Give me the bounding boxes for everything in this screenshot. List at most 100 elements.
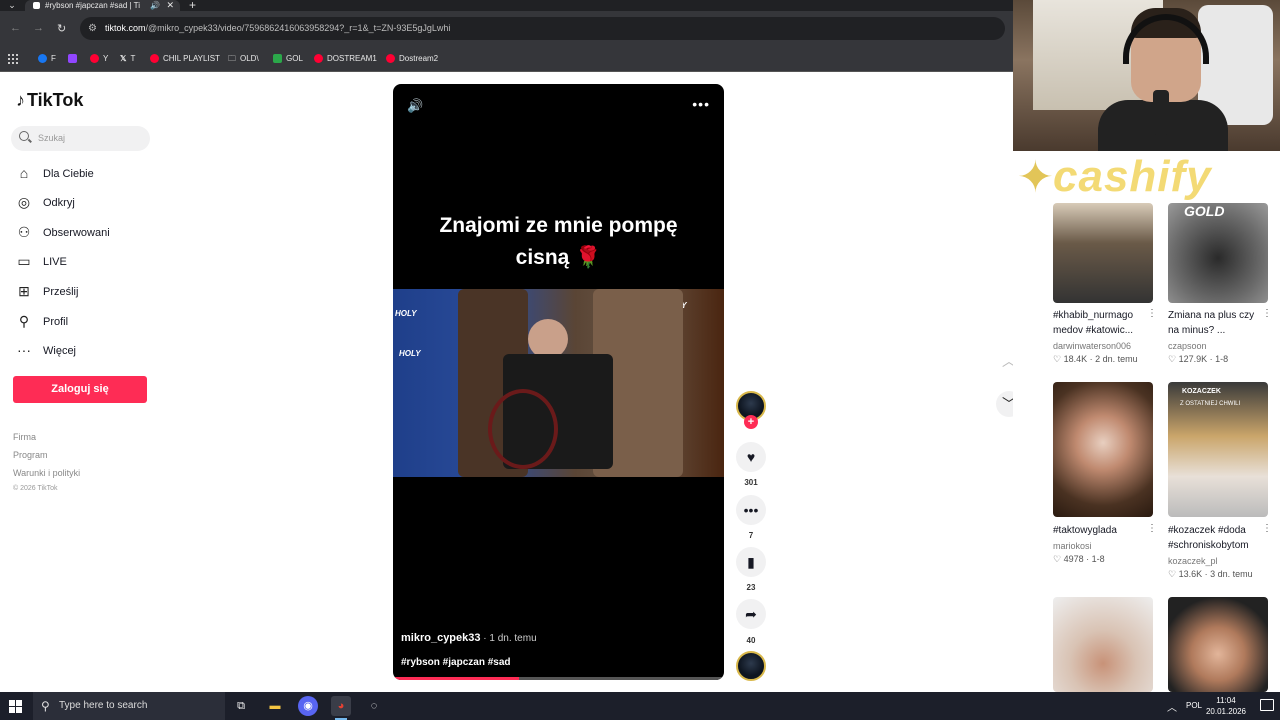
comment-icon: ••• <box>743 502 759 518</box>
language-indicator[interactable]: POL <box>1186 701 1202 710</box>
footer-link-company[interactable]: Firma <box>13 432 36 442</box>
live-icon: ▭ <box>17 253 31 269</box>
share-count: 40 <box>746 636 756 645</box>
gol-icon <box>273 54 282 63</box>
bookmark-folder-old[interactable]: 🗀 OLD\ <box>228 53 259 65</box>
taskbar-search-placeholder: Type here to search <box>59 700 148 711</box>
nav-item-more[interactable]: ··· Więcej <box>16 341 156 361</box>
card-title: #kozaczek #doda #schroniskobytom <box>1168 525 1249 551</box>
compass-icon: ◎ <box>17 194 31 210</box>
tray-chevron-up-icon[interactable]: ︿ <box>1167 699 1177 714</box>
card-author: mariokosi <box>1053 541 1092 551</box>
tiktok-note-icon: ♪ <box>16 90 25 110</box>
person-head <box>528 319 568 359</box>
windows-start-icon[interactable] <box>9 700 22 713</box>
nav-item-following[interactable]: ⚇ Obserwowani <box>16 223 156 243</box>
nav-item-live[interactable]: ▭ LIVE <box>16 252 156 272</box>
tab-search-chevron-icon[interactable]: ⌄ <box>4 0 20 11</box>
notifications-icon[interactable] <box>1260 699 1274 711</box>
nav-item-profile[interactable]: ⚲ Profil <box>16 312 156 332</box>
like-button[interactable]: ♥ <box>736 442 766 472</box>
clock[interactable]: 11:04 20.01.2026 <box>1206 695 1246 717</box>
card-author: kozaczek_pl <box>1168 556 1218 566</box>
follow-plus-icon[interactable]: + <box>744 415 758 429</box>
card-meta: ♡ 18.4K · 2 dn. temu <box>1053 354 1138 364</box>
video-hashtags[interactable]: #rybson #japczan #sad <box>401 657 511 668</box>
twitch-icon <box>68 54 77 63</box>
card-meta: ♡ 13.6K · 3 dn. temu <box>1168 569 1253 579</box>
back-arrow-icon[interactable]: ← <box>10 22 21 34</box>
comment-button[interactable]: ••• <box>736 495 766 525</box>
volume-icon[interactable]: 🔊 <box>407 98 423 114</box>
site-settings-icon[interactable]: ⚙ <box>88 17 97 40</box>
video-player[interactable]: 🔊 ••• Znajomi ze mnie pompę cisną 🌹 HOLY… <box>393 84 724 680</box>
bookmark-chil-playlist[interactable]: CHIL PLAYLIST <box>150 53 220 65</box>
card-author: darwinwaterson006 <box>1053 341 1132 351</box>
card-author: czapsoon <box>1168 341 1207 351</box>
card-more-icon[interactable]: ⋮ <box>1262 308 1272 319</box>
facebook-icon <box>38 54 47 63</box>
wheelchair-wheel <box>488 389 558 469</box>
heart-icon: ♥ <box>746 449 756 465</box>
tab-audio-icon[interactable]: 🔊 <box>150 0 160 11</box>
bookmark-facebook[interactable]: F <box>38 53 56 65</box>
bookmark-dostream2[interactable]: Dostream2 <box>386 53 438 65</box>
task-view-icon[interactable]: ⧉ <box>231 696 251 716</box>
sound-disc-avatar[interactable] <box>736 651 766 681</box>
sponsor-overlay: ✦ cashify <box>1013 151 1280 203</box>
bookmark-icon: ▮ <box>747 554 755 570</box>
microphone-icon <box>1153 90 1169 135</box>
clock-date: 20.01.2026 <box>1205 707 1246 716</box>
tab-close-icon[interactable]: ✕ <box>166 0 174 11</box>
video-thumbnail <box>1053 382 1153 517</box>
video-progress-bar[interactable] <box>393 677 724 680</box>
video-caption: Znajomi ze mnie pompę cisną 🌹 <box>439 214 678 269</box>
bookmark-x[interactable]: 𝕏T <box>120 53 135 65</box>
search-icon <box>19 131 29 141</box>
apps-grid-icon[interactable] <box>8 54 18 64</box>
app-icon[interactable]: ◌ <box>364 696 384 716</box>
comment-count: 7 <box>748 531 754 540</box>
browser-tab[interactable]: #rybson #japczan #sad | Ti 🔊 ✕ <box>25 0 180 11</box>
video-progress-fill <box>393 677 519 680</box>
bookmark-gol[interactable]: GOL <box>273 53 303 65</box>
card-more-icon[interactable]: ⋮ <box>1262 523 1272 534</box>
file-explorer-icon[interactable]: ▬ <box>265 696 285 716</box>
clock-time: 11:04 <box>1216 696 1236 705</box>
reload-icon[interactable]: ↻ <box>57 22 66 35</box>
search-input[interactable]: Szukaj <box>11 126 150 151</box>
url-path: /@mikro_cypek33/video/759686241606395829… <box>145 23 451 33</box>
share-icon: ➦ <box>745 606 757 622</box>
nav-item-explore[interactable]: ◎ Odkryj <box>16 193 156 213</box>
save-button[interactable]: ▮ <box>736 547 766 577</box>
login-button[interactable]: Zaloguj się <box>13 376 147 403</box>
discord-icon[interactable]: ◉ <box>298 696 318 716</box>
card-more-icon[interactable]: ⋮ <box>1147 308 1157 319</box>
card-more-icon[interactable]: ⋮ <box>1147 523 1157 534</box>
nav-item-for-you[interactable]: ⌂ Dla Ciebie <box>16 164 156 184</box>
tiktok-logo[interactable]: ♪ TikTok <box>16 90 83 111</box>
banner-logo: HOLY <box>399 349 421 358</box>
taskbar-search-input[interactable]: ⚲ Type here to search <box>33 692 225 720</box>
video-frame: HOLY HOLY HOLY <box>393 289 724 477</box>
home-icon: ⌂ <box>19 165 29 181</box>
url-field[interactable]: ⚙ tiktok.com/@mikro_cypek33/video/759686… <box>80 17 1005 40</box>
forward-arrow-icon[interactable]: → <box>33 22 44 34</box>
more-options-icon[interactable]: ••• <box>692 96 710 112</box>
youtube-icon <box>386 54 395 63</box>
nav-item-upload[interactable]: ⊞ Prześlij <box>16 282 156 302</box>
chrome-icon[interactable]: ◕ <box>331 696 351 720</box>
new-tab-icon[interactable]: + <box>189 0 196 11</box>
footer-link-terms[interactable]: Warunki i polityki <box>13 468 80 478</box>
like-count: 301 <box>744 478 758 487</box>
search-icon: ⚲ <box>41 699 50 713</box>
bookmark-youtube[interactable]: Y <box>90 53 108 65</box>
video-author[interactable]: mikro_cypek33 · 1 dn. temu <box>401 632 537 644</box>
video-thumbnail <box>1168 597 1268 692</box>
bookmark-dostream1[interactable]: DOSTREAM1 <box>314 53 377 65</box>
youtube-icon <box>90 54 99 63</box>
recommended-grid: #khabib_nurmago medov #katowic... ⋮ darw… <box>1013 203 1280 692</box>
share-button[interactable]: ➦ <box>736 599 766 629</box>
bookmark-twitch[interactable] <box>68 53 81 65</box>
footer-link-program[interactable]: Program <box>13 450 48 460</box>
